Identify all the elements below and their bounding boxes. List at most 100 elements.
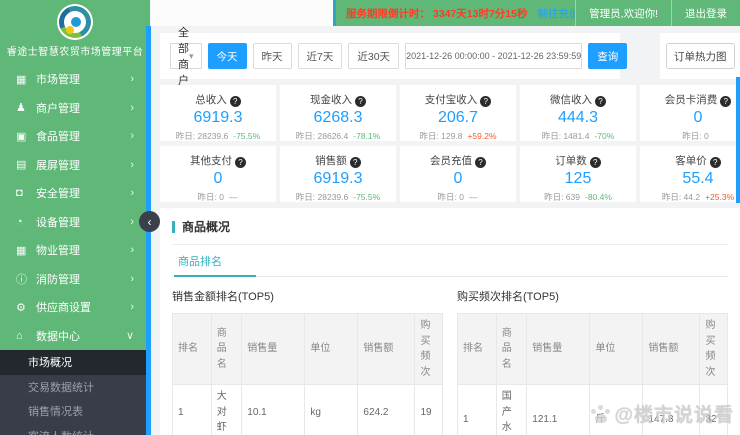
page-scrollbar-thumb[interactable]	[736, 77, 740, 203]
last30-button[interactable]: 近30天	[348, 43, 400, 69]
filter-row: 全部商户 ▾ 今天 昨天 近7天 近30天 2021-12-26 00:00:0…	[160, 27, 740, 87]
sidebar-item-device[interactable]: ◔ 设备管理 ›	[0, 208, 150, 237]
stat-value: 6919.3	[313, 170, 363, 187]
chevron-right-icon: ›	[130, 272, 134, 285]
sidebar-item-market[interactable]: ▦ 市场管理 ›	[0, 65, 150, 94]
grid-icon: ▦	[16, 244, 27, 257]
service-countdown: 服务期限倒计时： 3347天13时7分15秒	[346, 7, 528, 20]
sidebar-item-label: 数据中心	[36, 330, 80, 343]
merchant-select-value: 全部商户	[178, 27, 189, 87]
stat-card-cash-income: 现金收入? 6268.3 昨日: 28626.4 -78.1%	[280, 85, 396, 141]
sidebar-item-label: 商户管理	[36, 102, 80, 115]
help-icon[interactable]: ?	[349, 157, 361, 168]
chevron-right-icon: ›	[130, 101, 134, 114]
help-icon[interactable]: ?	[229, 96, 241, 107]
chevron-right-icon: ›	[130, 301, 134, 314]
help-icon[interactable]: ?	[709, 157, 721, 168]
stat-value: 6919.3	[193, 109, 243, 126]
submenu-item-market-overview[interactable]: 市场概况	[0, 350, 150, 375]
stat-card-member-recharge: 会员充值? 0 昨日: 0—	[400, 146, 516, 202]
stat-delta: -75.5%	[353, 192, 381, 202]
logout-button[interactable]: 退出登录	[671, 0, 740, 26]
query-button[interactable]: 查询	[588, 43, 628, 69]
stats-row-2: 其他支付? 0 昨日: 0— 销售额? 6919.3 昨日: 28239.6 -7…	[160, 146, 740, 202]
stat-value: 0	[213, 170, 223, 187]
last7-button[interactable]: 近7天	[297, 43, 343, 69]
lock-icon: ◘	[16, 187, 23, 200]
screen-icon: ▤	[16, 159, 27, 172]
table-title: 销售金额排名(TOP5)	[172, 291, 274, 303]
sidebar-item-fire[interactable]: ⓘ 消防管理 ›	[0, 265, 150, 294]
main-content: 全部商户 ▾ 今天 昨天 近7天 近30天 2021-12-26 00:00:0…	[151, 26, 740, 435]
table-row: 1 大对虾 10.1 kg 624.2 19	[172, 384, 443, 435]
brand-logo: 睿途士智慧农贸市场管理平台	[0, 0, 150, 58]
stat-value: 206.7	[437, 109, 479, 126]
sidebar-item-datacenter[interactable]: ⌂ 数据中心 ∨	[0, 322, 150, 351]
stat-card-membercard-spend: 会员卡消费? 0 昨日: 0	[640, 85, 740, 141]
sidebar-item-security[interactable]: ◘ 安全管理 ›	[0, 179, 150, 208]
help-icon[interactable]: ?	[235, 157, 246, 168]
help-icon[interactable]: ?	[595, 96, 606, 107]
sidebar-item-label: 供应商设置	[36, 302, 91, 315]
topbar: 服务期限倒计时： 3347天13时7分15秒 前往充值 管理员,欢迎你! 退出登…	[333, 0, 740, 26]
stat-card-sales-amount: 销售额? 6919.3 昨日: 28239.6 -75.5%	[280, 146, 396, 202]
power-icon: ◔	[16, 215, 23, 228]
stat-delta: —	[228, 192, 239, 202]
tab-product-ranking[interactable]: 商品排名	[174, 245, 256, 277]
sidebar-item-supplier[interactable]: ⚙ 供应商设置 ›	[0, 293, 150, 322]
sidebar-item-food[interactable]: ▣ 食品管理 ›	[0, 122, 150, 151]
chevron-right-icon: ›	[130, 130, 134, 143]
stat-value: 0	[453, 170, 463, 187]
table-title: 购买频次排名(TOP5)	[457, 291, 559, 303]
chevron-right-icon: ›	[130, 158, 134, 171]
stat-delta: -70%	[594, 131, 615, 141]
info-icon: ⓘ	[16, 273, 27, 286]
help-icon[interactable]: ?	[480, 96, 492, 107]
sales-amount-table: 排名 商品名 销售量 单位 销售额 购买频次 1 大对虾 10.1 kg 624…	[172, 313, 443, 435]
sidebar-item-label: 物业管理	[36, 245, 80, 258]
grid-icon: ▦	[16, 73, 27, 86]
sidebar-collapse-button[interactable]: ‹	[139, 211, 160, 232]
date-range-input[interactable]: 2021-12-26 00:00:00 - 2021-12-26 23:59:5…	[405, 43, 583, 69]
filter-panel: 全部商户 ▾ 今天 昨天 近7天 近30天 2021-12-26 00:00:0…	[160, 27, 628, 87]
paw-icon	[591, 404, 611, 423]
brand-title: 睿途士智慧农贸市场管理平台	[6, 47, 144, 58]
stat-delta: -80.4%	[584, 192, 612, 202]
sidebar-item-screen[interactable]: ▤ 展屏管理 ›	[0, 151, 150, 180]
admin-welcome[interactable]: 管理员,欢迎你!	[575, 0, 671, 26]
sidebar-item-label: 食品管理	[36, 131, 80, 144]
sidebar-item-label: 安全管理	[36, 188, 80, 201]
submenu-item-sales-report[interactable]: 销售情况表	[0, 399, 150, 424]
stat-value: 6268.3	[313, 109, 363, 126]
logo-swirl-icon	[57, 4, 93, 40]
datacenter-submenu: 市场概况 交易数据统计 销售情况表 客流人数统计	[0, 350, 150, 435]
watermark-text: @楼市说说看	[614, 405, 734, 426]
help-icon[interactable]: ?	[475, 157, 486, 168]
stat-delta: —	[468, 192, 479, 202]
stat-card-order-count: 订单数? 125 昨日: 639 -80.4%	[520, 146, 636, 202]
yesterday-button[interactable]: 昨天	[252, 43, 292, 69]
heatmap-panel: 订单热力图	[660, 33, 740, 79]
help-icon[interactable]: ?	[589, 157, 601, 168]
table-header-row: 排名 商品名 销售量 单位 销售额 购买频次	[457, 313, 728, 385]
sidebar-item-property[interactable]: ▦ 物业管理 ›	[0, 236, 150, 265]
sidebar: 睿途士智慧农贸市场管理平台 ▦ 市场管理 › ♟ 商户管理 › ▣ 食品管理 ›…	[0, 0, 150, 435]
stat-value: 444.3	[557, 109, 599, 126]
stat-delta: +59.2%	[467, 131, 497, 141]
merchant-select[interactable]: 全部商户 ▾	[170, 27, 202, 87]
today-button[interactable]: 今天	[207, 43, 247, 69]
sidebar-item-merchant[interactable]: ♟ 商户管理 ›	[0, 94, 150, 123]
order-heatmap-button[interactable]: 订单热力图	[666, 43, 735, 69]
chevron-right-icon: ›	[130, 73, 134, 86]
sales-amount-ranking: 销售金额排名(TOP5) 排名 商品名 销售量 单位 销售额 购买频次 1 大对…	[172, 286, 443, 435]
help-icon[interactable]: ?	[720, 96, 732, 107]
recharge-link[interactable]: 前往充值	[537, 6, 575, 21]
stat-card-wechat-income: 微信收入? 444.3 昨日: 1481.4 -70%	[520, 85, 636, 141]
section-title: 商品概况	[182, 220, 231, 234]
submenu-item-transaction-stats[interactable]: 交易数据统计	[0, 375, 150, 400]
help-icon[interactable]: ?	[355, 96, 366, 107]
sidebar-item-label: 市场管理	[36, 74, 80, 87]
submenu-item-visitor-stats[interactable]: 客流人数统计	[0, 424, 150, 435]
stat-delta: -78.1%	[353, 131, 381, 141]
sidebar-menu: ▦ 市场管理 › ♟ 商户管理 › ▣ 食品管理 › ▤ 展屏管理 › ◘ 安全…	[0, 65, 150, 435]
